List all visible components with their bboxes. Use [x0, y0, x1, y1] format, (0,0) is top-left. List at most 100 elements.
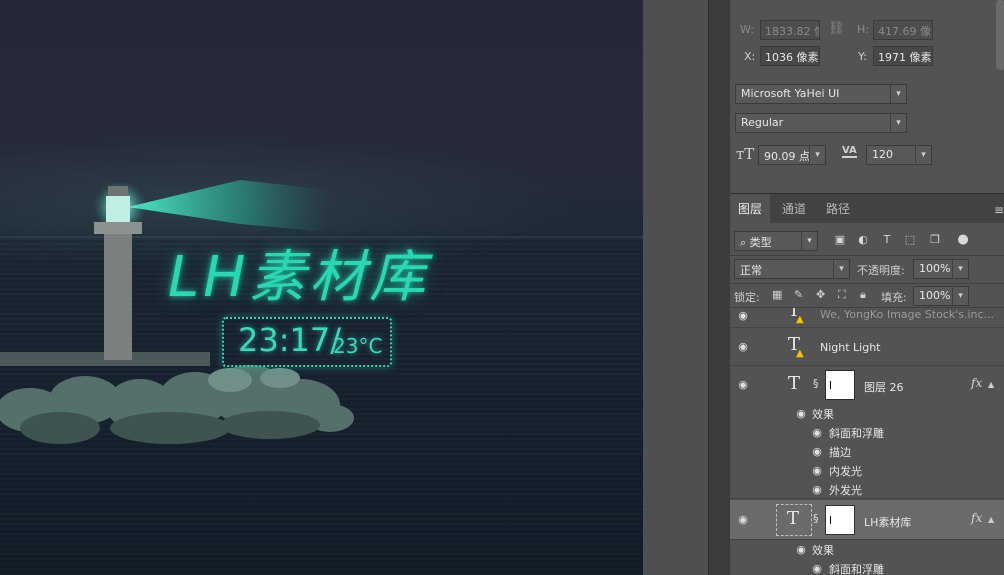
- width-label: W:: [740, 23, 754, 36]
- font-family-select[interactable]: Microsoft YaHei UI ▾: [735, 84, 907, 104]
- visibility-eye-icon[interactable]: ◉: [736, 514, 750, 525]
- x-label: X:: [744, 50, 756, 63]
- panel-menu-icon[interactable]: ≡: [994, 203, 1004, 217]
- lighthouse-tower: [104, 232, 132, 360]
- link-icon[interactable]: ⛓: [828, 21, 845, 36]
- effect-label: 斜面和浮雕: [829, 427, 884, 440]
- font-family-value: Microsoft YaHei UI: [741, 87, 840, 100]
- effects-label: 效果: [812, 544, 834, 557]
- link-icon[interactable]: §: [813, 512, 819, 525]
- properties-scrollbar[interactable]: [996, 0, 1004, 70]
- lighthouse-balcony: [94, 222, 142, 234]
- height-field[interactable]: 417.69 像: [873, 20, 933, 40]
- blend-mode-value: 正常: [740, 264, 762, 277]
- pasteboard-gutter: [643, 0, 708, 575]
- layer-row-selected[interactable]: ◉ T § LH素材库 fx ▲: [730, 500, 1004, 540]
- chevron-down-icon: ▾: [890, 114, 906, 132]
- layer-row[interactable]: ◉ T § 图层 26 fx ▲: [730, 366, 1004, 404]
- opacity-label: 不透明度:: [857, 264, 905, 277]
- opacity-field[interactable]: 100% ▾: [913, 259, 969, 279]
- lock-transparent-icon[interactable]: ▦: [772, 288, 782, 301]
- lighthouse-roof: [108, 186, 128, 196]
- effect-label: 描边: [829, 446, 851, 459]
- layer-row[interactable]: ◉ T ▲ We, YongKo Image Stock's.inc...: [730, 308, 1004, 328]
- fx-icon[interactable]: fx: [971, 376, 982, 390]
- filter-smart-object-icon[interactable]: ❐: [928, 233, 942, 247]
- height-label: H:: [857, 23, 869, 36]
- filter-shape-icon[interactable]: ⬚: [903, 233, 917, 247]
- document-canvas[interactable]: LH素材库 23:17/ 23°C: [0, 0, 643, 575]
- width-field[interactable]: 1833.82 像: [760, 20, 820, 40]
- tab-layers[interactable]: 图层: [730, 194, 771, 224]
- visibility-eye-icon[interactable]: ◉: [810, 427, 824, 438]
- neon-title-text: LH素材库: [168, 245, 430, 310]
- effects-label: 效果: [812, 408, 834, 421]
- tracking-value: 120: [872, 148, 893, 161]
- lock-artboard-icon[interactable]: ⛶: [838, 288, 846, 302]
- filter-text-icon[interactable]: T: [880, 233, 894, 247]
- visibility-eye-icon[interactable]: ◉: [736, 341, 750, 352]
- filter-toggle-icon[interactable]: ●: [956, 233, 970, 247]
- filter-pixel-icon[interactable]: ▣: [833, 233, 847, 247]
- filter-adjustment-icon[interactable]: ◐: [856, 233, 870, 247]
- layer-name[interactable]: Night Light: [820, 341, 881, 354]
- chevron-down-icon: ▾: [952, 287, 968, 305]
- effect-label: 外发光: [829, 484, 862, 497]
- link-icon[interactable]: §: [813, 377, 819, 390]
- lock-position-icon[interactable]: ✥: [816, 288, 825, 301]
- properties-panel: W: 1833.82 像 ⛓ H: 417.69 像 X: 1036 像素 Y:…: [730, 0, 1004, 193]
- layer-filter-select[interactable]: ⌕ 类型 ▾: [734, 231, 818, 251]
- effect-label: 斜面和浮雕: [829, 563, 884, 575]
- visibility-eye-icon[interactable]: ◉: [794, 544, 808, 555]
- tab-paths[interactable]: 路径: [818, 194, 858, 224]
- breakwater-rocks: [0, 365, 354, 444]
- warning-icon: ▲: [796, 348, 804, 359]
- chevron-down-icon: ▾: [915, 146, 931, 164]
- visibility-eye-icon[interactable]: ◉: [810, 465, 824, 476]
- effect-item[interactable]: ◉ 内发光: [730, 461, 1004, 480]
- text-layer-icon: T: [788, 373, 801, 394]
- chevron-up-icon[interactable]: ▲: [988, 515, 994, 524]
- layer-name[interactable]: We, YongKo Image Stock's.inc...: [820, 308, 994, 321]
- fill-field[interactable]: 100% ▾: [913, 286, 969, 306]
- chevron-down-icon: ▾: [801, 232, 817, 250]
- layers-panel: 图层 通道 路径 ≡ ⌕ 类型 ▾ ▣ ◐ T ⬚ ❐ ● 正常 ▾ 不透明度:…: [730, 193, 1004, 575]
- chevron-up-icon[interactable]: ▲: [988, 380, 994, 389]
- visibility-eye-icon[interactable]: ◉: [794, 408, 808, 419]
- lock-label: 锁定:: [734, 291, 760, 304]
- visibility-eye-icon[interactable]: ◉: [810, 563, 824, 574]
- font-size-value: 90.09 点: [764, 150, 810, 163]
- visibility-eye-icon[interactable]: ◉: [736, 310, 750, 321]
- warning-icon: ▲: [796, 314, 804, 325]
- effects-group[interactable]: ◉ 效果: [730, 540, 1004, 559]
- effects-group[interactable]: ◉ 效果: [730, 404, 1004, 423]
- divider: [730, 255, 1004, 256]
- layer-name[interactable]: 图层 26: [864, 379, 904, 395]
- light-beam: [128, 180, 330, 232]
- y-position-field[interactable]: 1971 像素: [873, 46, 933, 66]
- effect-item[interactable]: ◉ 描边: [730, 442, 1004, 461]
- visibility-eye-icon[interactable]: ◉: [810, 484, 824, 495]
- search-icon: ⌕: [740, 236, 747, 249]
- layer-thumbnail: [825, 370, 855, 400]
- lock-all-icon[interactable]: 🔒︎: [860, 288, 866, 302]
- effect-item[interactable]: ◉ 斜面和浮雕: [730, 423, 1004, 442]
- effect-item[interactable]: ◉ 外发光: [730, 480, 1004, 499]
- visibility-eye-icon[interactable]: ◉: [736, 379, 750, 390]
- font-size-select[interactable]: 90.09 点 ▾: [758, 145, 826, 165]
- layer-name[interactable]: LH素材库: [864, 514, 911, 530]
- visibility-eye-icon[interactable]: ◉: [810, 446, 824, 457]
- text-layer-icon: T: [787, 508, 800, 529]
- tab-channels[interactable]: 通道: [774, 194, 814, 224]
- font-size-icon: ᴛT: [736, 145, 755, 163]
- blend-mode-select[interactable]: 正常 ▾: [734, 259, 850, 279]
- tracking-select[interactable]: 120 ▾: [866, 145, 932, 165]
- clock-time-text: 23:17/: [238, 321, 341, 359]
- fx-icon[interactable]: fx: [971, 511, 982, 525]
- font-style-select[interactable]: Regular ▾: [735, 113, 907, 133]
- effect-item[interactable]: ◉ 斜面和浮雕: [730, 559, 1004, 575]
- layer-row[interactable]: ◉ T ▲ Night Light: [730, 328, 1004, 366]
- tracking-icon: VA: [842, 145, 857, 158]
- x-position-field[interactable]: 1036 像素: [760, 46, 820, 66]
- lock-image-icon[interactable]: ✎: [794, 288, 803, 301]
